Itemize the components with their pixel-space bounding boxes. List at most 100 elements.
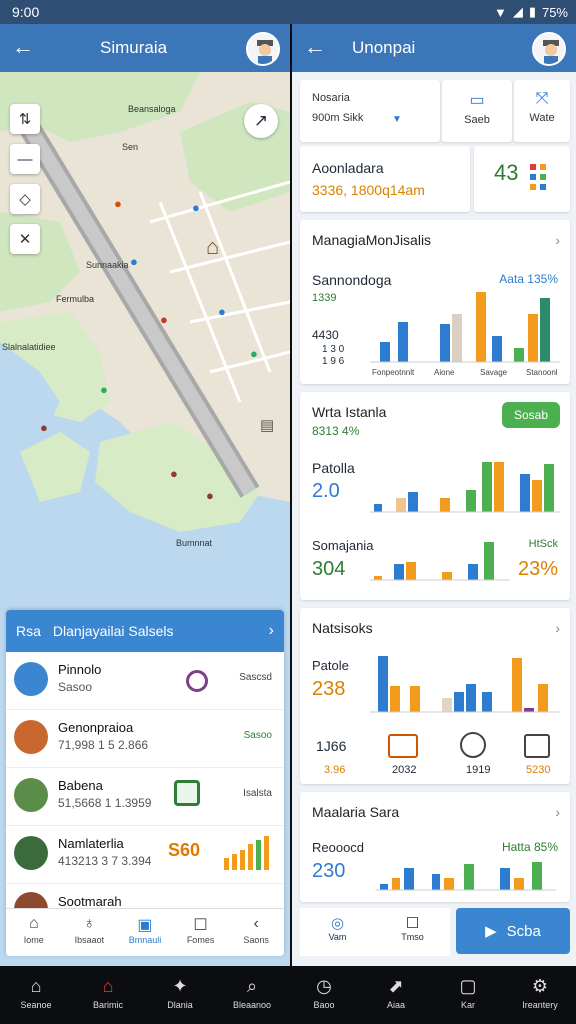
play-icon: ▶: [485, 923, 497, 940]
place-right: Sascsd: [239, 672, 272, 683]
status-time: 9:00: [12, 4, 40, 20]
form-icon: ☐: [193, 917, 208, 934]
tab-home[interactable]: ⌂ Iome: [6, 909, 62, 956]
gear-icon: ⚙: [531, 976, 549, 996]
avatar[interactable]: [532, 32, 566, 66]
bar-chart: [370, 292, 560, 363]
chevron-right-icon[interactable]: ›: [555, 620, 560, 636]
list-item[interactable]: Genonpraioa 71,998 1 5 2.866 Sasoo: [6, 710, 284, 768]
home-icon: [174, 780, 200, 806]
bag-icon: ♁: [83, 915, 96, 932]
place-name: Pinnolo: [58, 662, 102, 677]
chevron-left-icon: ‹: [253, 915, 259, 932]
place-name: Babena: [58, 778, 103, 793]
place-sub: Sasoo: [58, 680, 93, 694]
card-icon: ▢: [459, 976, 477, 996]
status-bar: 9:00 ▼ ◢ ▮ 75%: [0, 0, 576, 24]
map-pin-icon[interactable]: ●: [114, 196, 122, 211]
map-label: Sunnaakia: [86, 260, 129, 270]
measure-icon[interactable]: ✕: [10, 224, 40, 254]
building-icon: ▤: [260, 417, 275, 434]
battery-icon: ▮: [528, 4, 536, 19]
map-pin-icon[interactable]: ●: [250, 346, 258, 361]
place-right: Isalsta: [243, 788, 272, 799]
map-pin-icon[interactable]: ●: [170, 466, 178, 481]
layers-icon[interactable]: ⇅: [10, 104, 40, 134]
map-pin-icon[interactable]: ●: [206, 488, 214, 503]
stats-card[interactable]: Wrta Istanla 8313 4% Sosab Patolla 2.0 S…: [300, 392, 570, 600]
places-short: Rsa: [16, 623, 41, 639]
chevron-right-icon[interactable]: ›: [555, 804, 560, 820]
map-pin-icon[interactable]: ●: [130, 254, 138, 269]
places-card-header[interactable]: Rsa Dlanjayailai Salsels ›: [6, 610, 284, 652]
chevron-right-icon[interactable]: ›: [269, 622, 274, 640]
place-thumb-icon: [14, 662, 48, 696]
map-pin-icon[interactable]: ●: [160, 312, 168, 327]
bar-chart: [370, 656, 560, 713]
signal-icon: ◢: [512, 4, 523, 19]
place-value: S60: [168, 840, 201, 860]
clock-icon[interactable]: [460, 732, 486, 758]
management-card[interactable]: ManagiaMonJisalis › Sannondoga Aata 135%…: [300, 220, 570, 384]
place-name: Genonpraioa: [58, 720, 134, 735]
map-pin-icon[interactable]: ●: [40, 420, 48, 435]
place-name: Namlaterlia: [58, 836, 124, 851]
nav-settings[interactable]: ⚙ Ireantery: [504, 966, 576, 1024]
places-title: Dlanjayailai Salsels: [52, 623, 174, 639]
chevron-right-icon[interactable]: ›: [555, 232, 560, 248]
map-view[interactable]: ⇅ — ◇ ✕ ↗ Beansaloga Sen Sunnaakia Fermu…: [0, 72, 290, 632]
map-label: Beansaloga: [128, 104, 176, 114]
malaria-card[interactable]: Maalaria Sara › Reooocd 230 Hatta 85%: [300, 792, 570, 902]
share-icon: ⤧: [535, 90, 549, 107]
left-tab-bar: ⌂ Iome ♁ Ibsaaot ▣ Bmnauli ☐ Fomes ‹ Saons: [6, 908, 284, 956]
compass-icon[interactable]: ↗: [244, 104, 278, 138]
summary-card: Aoonladara 3336, 1800q14am: [300, 146, 470, 212]
zoom-out-icon[interactable]: —: [10, 144, 40, 174]
place-sub: 413213 3 7 3.394: [58, 854, 152, 868]
avatar[interactable]: [246, 32, 280, 66]
tab-calendar[interactable]: ▣ Bmnauli: [117, 909, 173, 956]
locate-icon[interactable]: ◇: [10, 184, 40, 214]
nav-store[interactable]: ⌂ Barimic: [72, 966, 144, 1024]
search-icon: ⌕: [246, 976, 258, 996]
list-item[interactable]: Pinnolo Sasoo Sascsd: [6, 652, 284, 710]
share-button[interactable]: ⤧ Wate: [514, 80, 570, 142]
tab-forms[interactable]: ☐ Fomes: [173, 909, 229, 956]
calendar-icon[interactable]: [524, 734, 550, 758]
share-icon: ⬈: [388, 976, 404, 996]
nav-home[interactable]: ⌂ Seanoe: [0, 966, 72, 1024]
status-chip[interactable]: Sosab: [501, 402, 560, 428]
map-label: Sen: [122, 142, 139, 152]
grid-icon: [530, 164, 546, 190]
network-card[interactable]: Natsisoks › Patole 238 1J66 3.96 2032 19…: [300, 608, 570, 784]
place-thumb-icon: [14, 836, 48, 870]
map-pin-icon[interactable]: ●: [100, 382, 108, 397]
tab-settings[interactable]: ‹ Saons: [228, 909, 284, 956]
wifi-icon: ▼: [493, 4, 507, 20]
tab-time[interactable]: ☐ Tmso: [375, 908, 450, 956]
nav-clock[interactable]: ◷ Baoo: [288, 966, 360, 1024]
map-label: Fermulba: [56, 294, 95, 304]
nav-explore[interactable]: ✦ Dlania: [144, 966, 216, 1024]
list-item[interactable]: Babena 51,5668 1 1.3959 Isalsta: [6, 768, 284, 826]
nav-share[interactable]: ⬈ Aiaa: [360, 966, 432, 1024]
view-button[interactable]: ▭ Saeb: [442, 80, 512, 142]
back-arrow-icon[interactable]: ←: [12, 34, 34, 60]
bar-chart: [376, 862, 556, 891]
map-pane: ← Simuraia ⇅ — ◇ ✕ ↗ Beansaloga Sen Sunn…: [0, 24, 290, 966]
right-title: Unonpai: [352, 38, 416, 57]
tab-bag[interactable]: ♁ Ibsaaot: [62, 909, 118, 956]
map-pin-icon[interactable]: ●: [218, 304, 226, 319]
house-icon: ⌂: [102, 976, 114, 996]
nav-search[interactable]: ⌕ Bleaanoo: [216, 966, 288, 1024]
map-pin-icon[interactable]: ●: [192, 200, 200, 215]
start-button[interactable]: ▶ Scba: [456, 908, 570, 954]
calendar-icon: ▣: [137, 917, 153, 934]
tab-view[interactable]: ◎ Vam: [300, 908, 375, 956]
star-icon: ✦: [172, 976, 188, 996]
nav-card[interactable]: ▢ Kar: [432, 966, 504, 1024]
back-arrow-icon[interactable]: ←: [304, 34, 326, 60]
list-item[interactable]: Namlaterlia 413213 3 7 3.394 S60: [6, 826, 284, 884]
location-selector[interactable]: Nosaria 900m Sikk ▼: [300, 80, 440, 142]
ticket-icon[interactable]: [388, 734, 418, 758]
